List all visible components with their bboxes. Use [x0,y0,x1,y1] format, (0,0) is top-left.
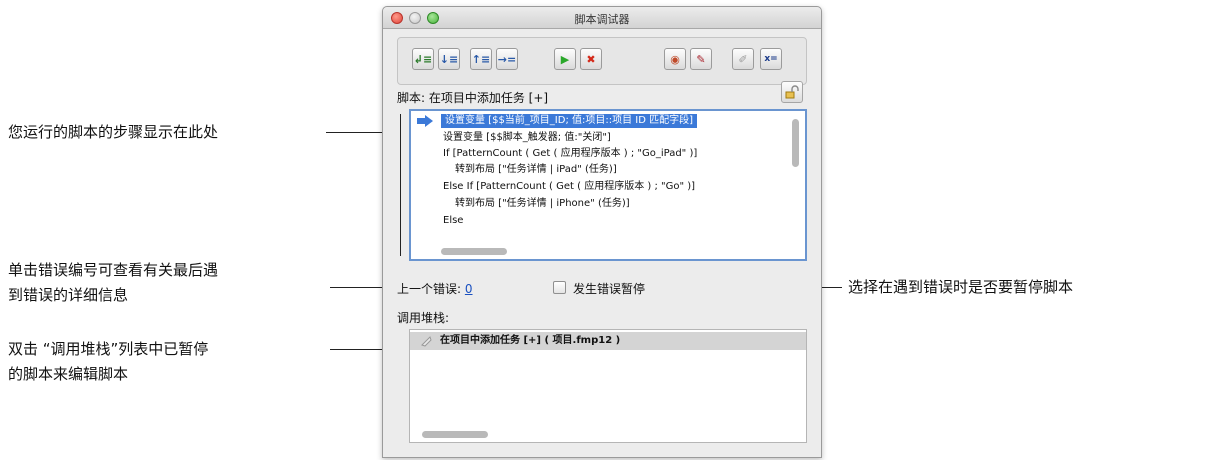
last-error-link[interactable]: 0 [465,282,473,296]
script-debugger-window: 脚本调试器 ↲≡ ↓≡ ↑≡ →= ▶ ✖ ◉ ✎ ✐ x= 脚本: 在项目中添… [382,6,822,458]
horizontal-scrollbar[interactable] [441,248,507,255]
lock-button[interactable] [781,81,803,103]
script-step[interactable]: 转到布局 ["任务详情 | iPhone" (任务)] [455,197,630,211]
breakpoint-gutter[interactable] [411,111,437,259]
script-step[interactable]: 转到布局 ["任务详情 | iPad" (任务)] [455,163,617,177]
edit-script-icon: ✎ [696,52,706,66]
call-stack-list[interactable]: 在项目中添加任务 [+] ( 项目.fmp12 ) [409,329,807,443]
call-stack-scrollbar[interactable] [422,431,488,438]
edit-breakpoint-button[interactable]: ✐ [732,48,754,70]
pause-on-error-label[interactable]: 发生错误暂停 [573,280,645,297]
callout-stack-line2: 的脚本来编辑脚本 [8,365,129,383]
call-stack-label: 调用堆栈: [397,311,450,325]
call-stack-item-label: 在项目中添加任务 [+] ( 项目.fmp12 ) [440,335,621,346]
callout-pause-on-error: 选择在遇到错误时是否要暂停脚本 [848,278,1074,296]
step-out-icon: ↑≡ [471,52,491,66]
script-step[interactable]: Else [443,214,463,228]
last-error-label: 上一个错误: [397,282,462,296]
debugger-toolbar: ↲≡ ↓≡ ↑≡ →= ▶ ✖ ◉ ✎ ✐ x= [397,37,807,85]
script-step[interactable]: If [PatternCount ( Get ( 应用程序版本 ) ; "Go_… [443,147,697,161]
data-viewer-button[interactable]: x= [760,48,782,70]
unlock-icon [785,85,799,99]
script-icon [421,336,432,347]
step-out-button[interactable]: ↑≡ [470,48,492,70]
window-title: 脚本调试器 [574,13,630,26]
title-bar: 脚本调试器 [383,7,821,29]
breakpoint-icon: ◉ [670,52,680,66]
current-step-arrow-icon [417,115,433,127]
pencil-icon: ✐ [738,52,748,66]
steps-bracket [400,114,401,256]
data-viewer-icon: x= [764,54,778,64]
step-over-button[interactable]: ↓≡ [438,48,460,70]
callout-error-line1: 单击错误编号可查看有关最后遇 [8,261,219,279]
set-next-step-button[interactable]: →= [496,48,518,70]
edit-script-button[interactable]: ✎ [690,48,712,70]
pause-on-error-checkbox[interactable] [553,281,566,294]
run-icon: ▶ [560,52,570,66]
script-step[interactable]: 设置变量 [$$脚本_触发器; 值:"关闭"] [443,131,611,145]
set-next-step-icon: →= [497,52,517,66]
vertical-scrollbar[interactable] [792,119,799,167]
script-step[interactable]: Else If [PatternCount ( Get ( 应用程序版本 ) ;… [443,180,695,194]
run-button[interactable]: ▶ [554,48,576,70]
step-into-icon: ↲≡ [413,52,433,66]
script-name-label: 脚本: 在项目中添加任务 [+] [397,91,549,105]
halt-button[interactable]: ✖ [580,48,602,70]
step-over-icon: ↓≡ [439,52,459,66]
last-error-row: 上一个错误: 0 [397,280,473,297]
halt-icon: ✖ [586,52,596,66]
script-steps-list[interactable]: 设置变量 [$$当前_项目_ID; 值:项目::项目 ID 匹配字段] 设置变量… [409,109,807,261]
callout-script-steps: 您运行的脚本的步骤显示在此处 [8,123,219,141]
script-step[interactable]: 设置变量 [$$当前_项目_ID; 值:项目::项目 ID 匹配字段] [441,114,698,128]
step-into-button[interactable]: ↲≡ [412,48,434,70]
callout-error-line2: 到错误的详细信息 [8,286,129,304]
call-stack-item[interactable]: 在项目中添加任务 [+] ( 项目.fmp12 ) [410,332,806,350]
callout-stack-line1: 双击 “调用堆栈”列表中已暂停 [8,340,209,358]
breakpoint-button[interactable]: ◉ [664,48,686,70]
